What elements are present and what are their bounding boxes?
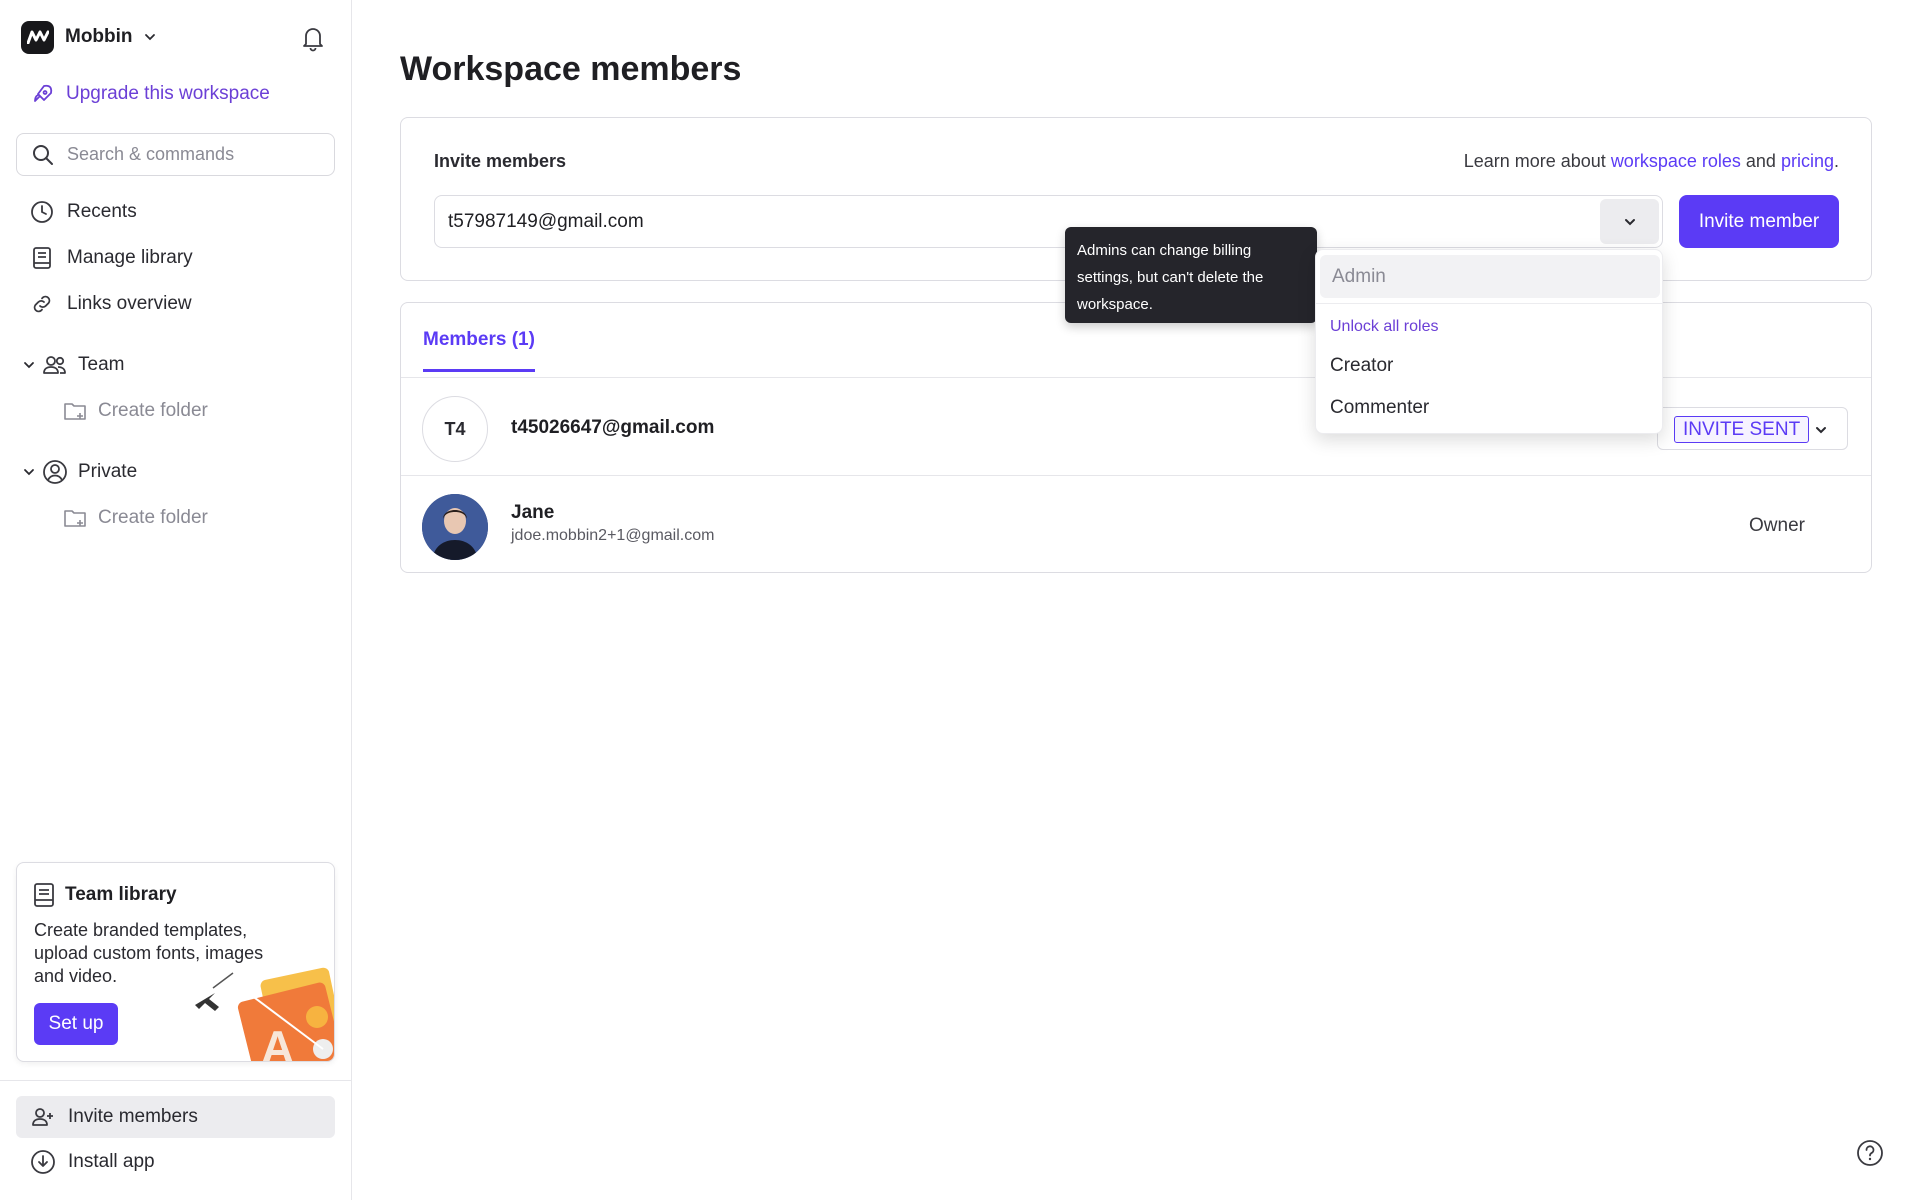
folder-plus-icon [64, 403, 86, 420]
workspace-roles-link[interactable]: workspace roles [1611, 151, 1741, 171]
nav-manage-library-label: Manage library [67, 247, 193, 268]
learn-suffix: . [1833, 151, 1839, 171]
group-team-label: Team [78, 354, 125, 375]
avatar-photo [422, 494, 488, 560]
group-private-label: Private [78, 461, 138, 482]
book-icon [33, 247, 51, 269]
invite-label: Invite members [434, 151, 567, 171]
team-icon [43, 356, 66, 374]
rocket-icon [34, 84, 53, 102]
chevron-down-icon [144, 34, 155, 41]
upgrade-label: Upgrade this workspace [66, 83, 270, 104]
sidebar: Mobbin Upgrade this workspace Search & c… [0, 0, 352, 1200]
learn-more-text: Learn more about workspace roles and pri… [1464, 151, 1839, 172]
workspace-name: Mobbin [65, 26, 133, 47]
nav-recents-label: Recents [67, 201, 137, 222]
user-plus-icon [32, 1108, 53, 1126]
learn-and: and [1745, 151, 1776, 171]
promo-title: Team library [33, 883, 177, 907]
role-option-admin[interactable]: Admin [1320, 255, 1660, 298]
role-option-commenter[interactable]: Commenter [1330, 397, 1429, 419]
bell-icon[interactable] [298, 23, 328, 53]
unlock-all-roles-link[interactable]: Unlock all roles [1330, 318, 1438, 336]
avatar [422, 494, 488, 560]
private-create-folder[interactable]: Create folder [62, 505, 208, 531]
group-private[interactable]: Private [22, 459, 137, 485]
role-option-creator[interactable]: Creator [1330, 355, 1393, 377]
member-status-select[interactable]: INVITE SENT [1657, 407, 1848, 450]
avatar-initials: T4 [422, 396, 488, 462]
upgrade-workspace-link[interactable]: Upgrade this workspace [30, 82, 270, 106]
group-team[interactable]: Team [22, 352, 124, 378]
tab-members[interactable]: Members (1) [423, 329, 535, 372]
private-create-folder-label: Create folder [98, 507, 208, 528]
invite-members-nav[interactable]: Invite members [16, 1096, 335, 1138]
help-icon[interactable] [1855, 1138, 1885, 1168]
install-app-nav[interactable]: Install app [16, 1141, 335, 1183]
invite-status-badge: INVITE SENT [1674, 416, 1810, 443]
dropdown-divider [1316, 303, 1662, 304]
chevron-down-icon [24, 469, 34, 476]
mobbin-logo-icon [21, 20, 54, 54]
setup-button[interactable]: Set up [34, 1003, 118, 1045]
team-library-promo: Team library Create branded templates, u… [16, 862, 335, 1062]
member-role: Owner [1749, 515, 1805, 536]
role-tooltip: Admins can change billing settings, but … [1065, 227, 1317, 323]
chevron-down-icon [1624, 218, 1635, 225]
search-placeholder: Search & commands [67, 144, 235, 164]
nav-manage-library[interactable]: Manage library [30, 246, 193, 270]
member-email: t45026647@gmail.com [511, 417, 715, 438]
link-icon [33, 295, 51, 313]
download-icon [31, 1150, 55, 1174]
nav-links-overview[interactable]: Links overview [30, 292, 192, 316]
invite-member-button[interactable]: Invite member [1679, 195, 1839, 248]
folder-plus-icon [64, 510, 86, 527]
invite-email-input[interactable] [434, 195, 1663, 248]
promo-title-text: Team library [65, 884, 177, 905]
promo-illustration: A [195, 967, 334, 1062]
nav-links-overview-label: Links overview [67, 293, 192, 314]
book-icon [34, 883, 54, 907]
pricing-link[interactable]: pricing [1781, 151, 1834, 171]
invite-members-nav-label: Invite members [68, 1106, 198, 1127]
member-row: Jane jdoe.mobbin2+1@gmail.com Owner [401, 476, 1871, 572]
svg-text:A: A [261, 1021, 294, 1062]
page-title: Workspace members [400, 50, 742, 88]
team-create-folder[interactable]: Create folder [62, 398, 208, 424]
search-input[interactable]: Search & commands [16, 133, 335, 176]
role-dropdown-menu: Admin Unlock all roles Creator Commenter [1315, 249, 1663, 434]
team-create-folder-label: Create folder [98, 400, 208, 421]
workspace-switcher[interactable]: Mobbin [21, 20, 157, 54]
member-name: Jane [511, 502, 555, 523]
chevron-down-icon [1816, 427, 1826, 434]
member-email: jdoe.mobbin2+1@gmail.com [511, 527, 715, 544]
search-icon [33, 144, 53, 165]
user-circle-icon [43, 460, 67, 484]
clock-icon [31, 201, 53, 223]
chevron-down-icon [24, 362, 34, 369]
nav-recents[interactable]: Recents [30, 200, 137, 224]
install-app-label: Install app [68, 1151, 155, 1172]
sidebar-divider [0, 1080, 352, 1081]
learn-prefix: Learn more about [1463, 151, 1606, 171]
role-dropdown-toggle[interactable] [1600, 199, 1659, 244]
